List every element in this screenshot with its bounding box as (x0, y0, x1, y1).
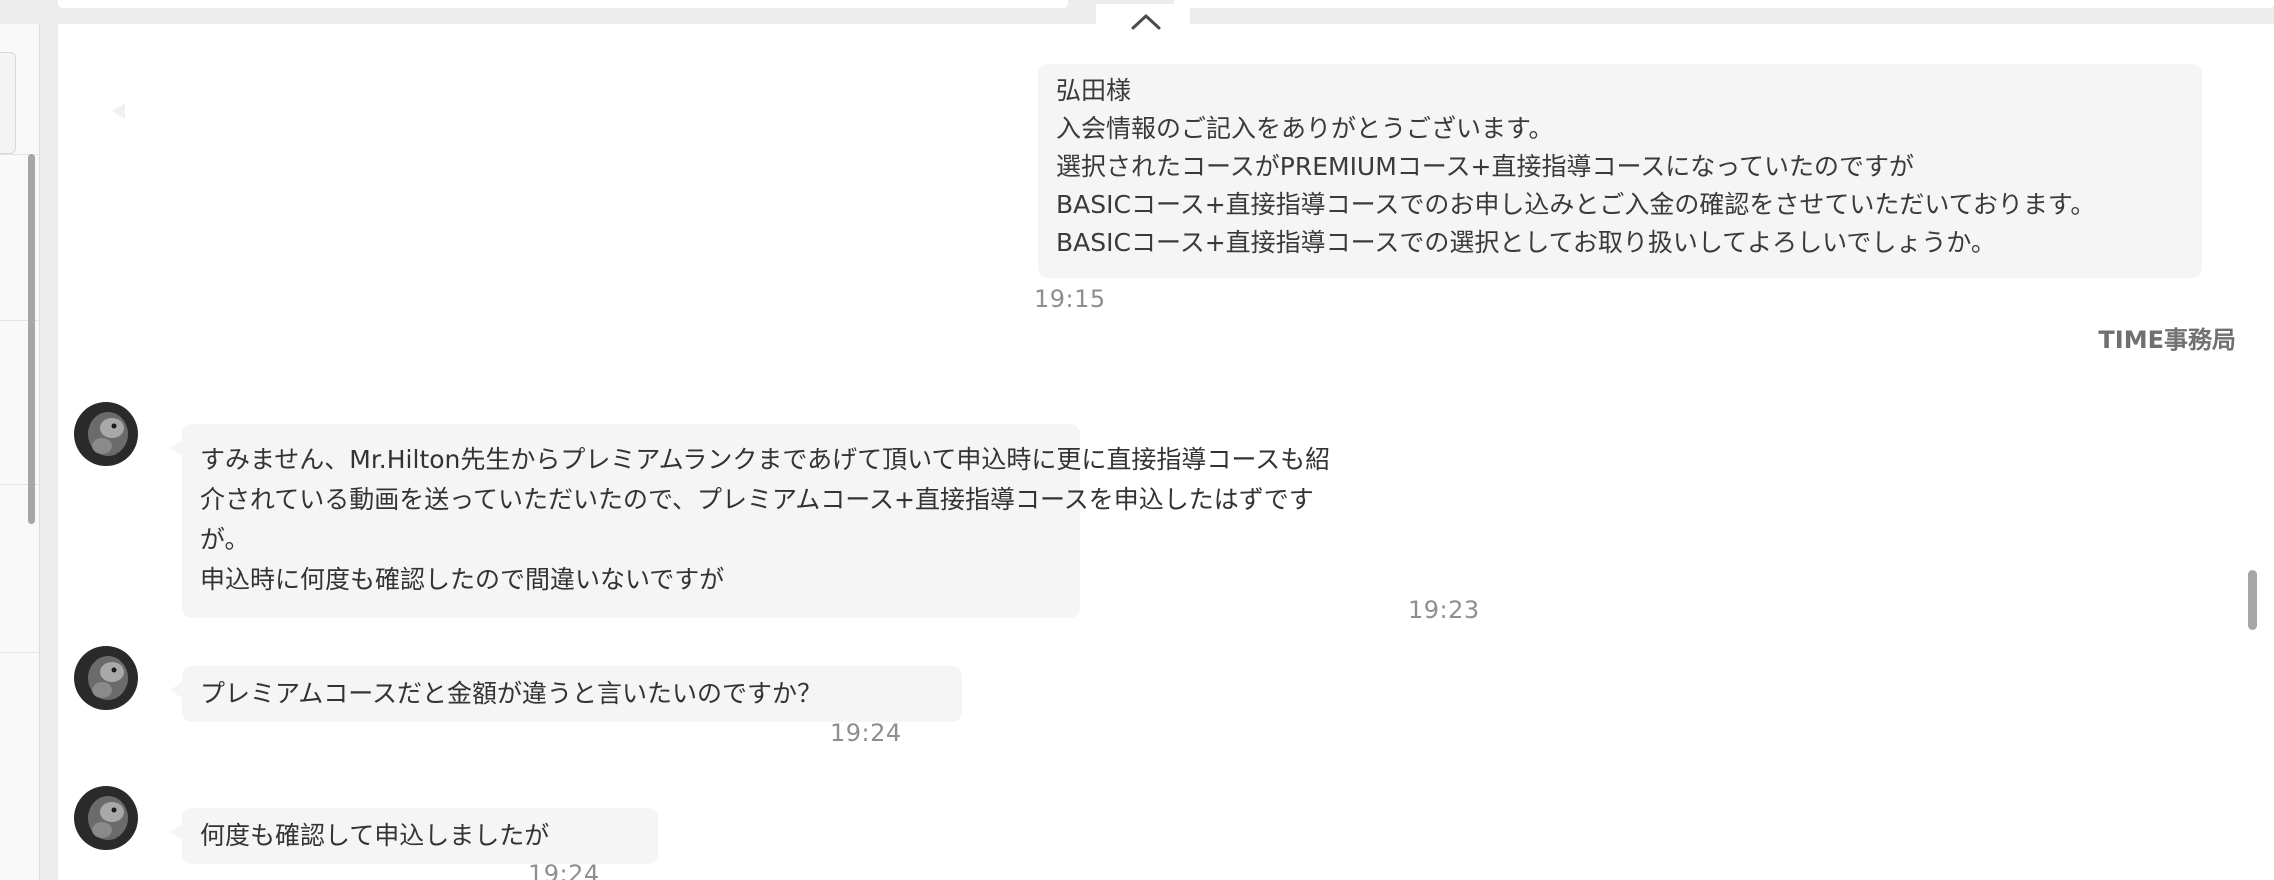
incoming-message-bubble: プレミアムコースだと金額が違うと言いたいのですか？ (170, 666, 962, 722)
incoming-message-bubble: すみません、Mr.Hilton先生からプレミアムランクまであげて頂いて申込時に更… (170, 424, 1331, 618)
triangle-left-icon[interactable] (102, 94, 136, 128)
message-line: 申込時に何度も確認したので間違いないですが (200, 565, 725, 594)
message-line: BASICコース+直接指導コースでのお申し込みとご入金の確認をさせていただいてお… (1056, 190, 2096, 219)
chevron-up-icon[interactable] (1126, 4, 1166, 38)
avatar[interactable] (74, 646, 138, 710)
message-line: プレミアムコースだと金額が違うと言いたいのですか？ (200, 679, 823, 708)
top-panel-edge-left (58, 0, 1068, 8)
message-timestamp: 19:24 (830, 719, 902, 747)
message-timestamp: 19:15 (1034, 285, 1106, 313)
message-line: が。 (200, 525, 250, 554)
message-line: 弘田様 (1056, 76, 1132, 105)
avatar[interactable] (74, 402, 138, 466)
message-line: すみません、Mr.Hilton先生からプレミアムランクまであげて頂いて申込時に更… (200, 445, 1331, 474)
sender-label: TIME事務局 (2098, 326, 2236, 354)
message-timestamp: 19:23 (1408, 596, 1480, 624)
message-line: 介されている動画を送っていただいたので、プレミアムコース+直接指導コースを申込し… (200, 485, 1314, 514)
left-scrollbar-thumb[interactable] (28, 154, 35, 524)
top-panel-edge-right (1174, 0, 2274, 8)
chat-panel: 弘田様 入会情報のご記入をありがとうございます。 選択されたコースがPREMIU… (58, 24, 2274, 880)
list-divider (0, 652, 40, 653)
message-line: 何度も確認して申込しましたが (200, 821, 550, 850)
search-field-edge[interactable] (0, 52, 16, 154)
message-line: 入会情報のご記入をありがとうございます。 (1056, 114, 1554, 143)
message-line: 選択されたコースがPREMIUMコース+直接指導コースになっていたのですが (1056, 152, 1915, 181)
message-timestamp: 19:24 (528, 860, 600, 880)
message-line: BASICコース+直接指導コースでの選択としてお取り扱いしてよろしいでしょうか。 (1056, 228, 1996, 257)
avatar[interactable] (74, 786, 138, 850)
chat-scrollbar-thumb[interactable] (2248, 570, 2257, 630)
outgoing-message-bubble: 弘田様 入会情報のご記入をありがとうございます。 選択されたコースがPREMIU… (1038, 64, 2202, 278)
incoming-message-bubble: 何度も確認して申込しましたが (170, 808, 658, 864)
